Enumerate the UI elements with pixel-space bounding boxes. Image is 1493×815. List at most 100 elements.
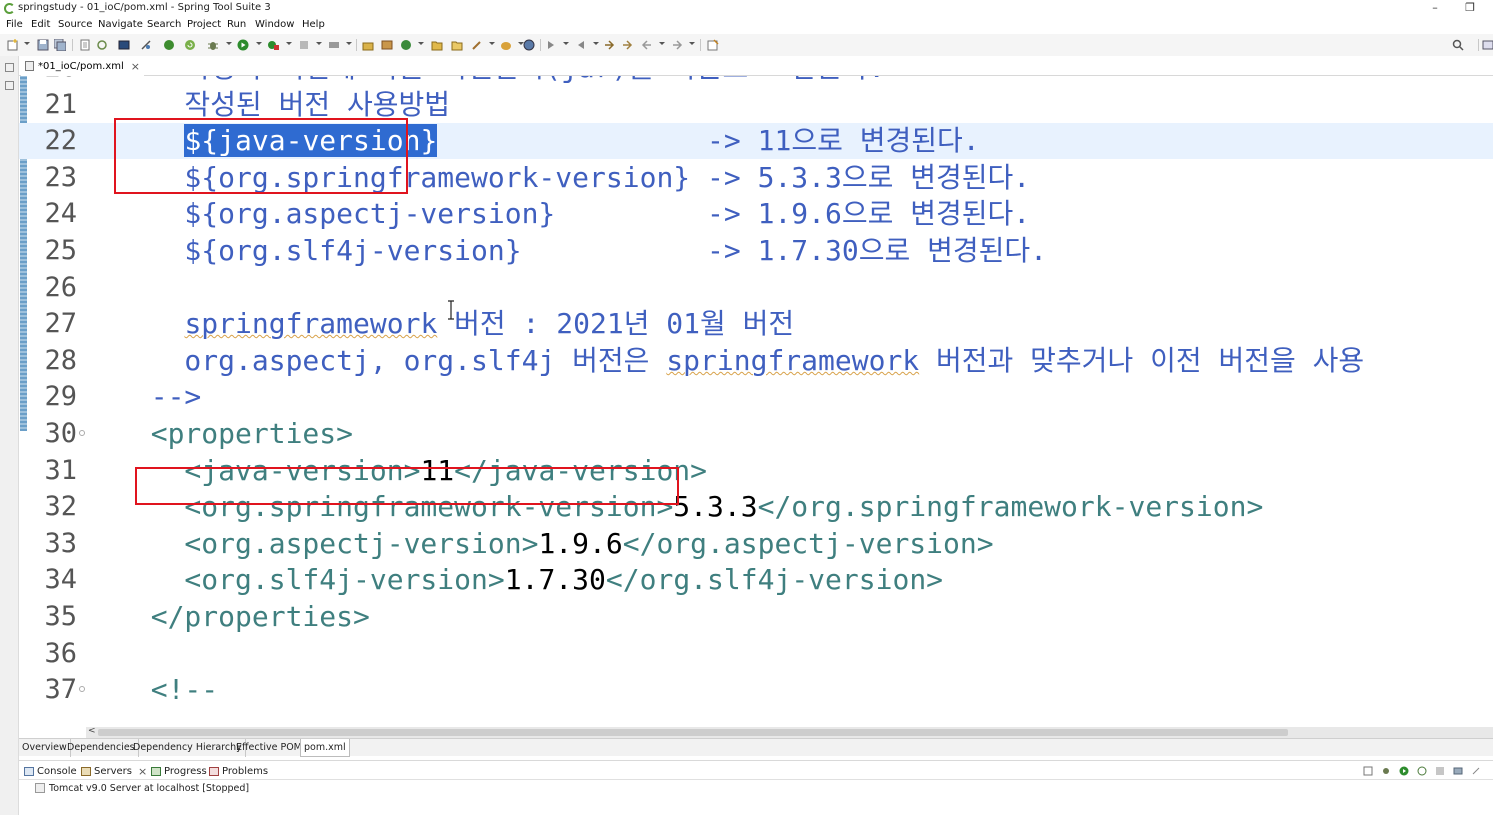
new-dropdown-icon[interactable] bbox=[24, 42, 30, 45]
tab-dependencies[interactable]: Dependencies bbox=[64, 739, 139, 757]
external-tools-icon[interactable] bbox=[267, 39, 279, 51]
menu-run[interactable]: Run bbox=[227, 19, 246, 30]
print-icon[interactable] bbox=[79, 39, 91, 51]
menu-bar: File Edit Source Navigate Search Project… bbox=[0, 17, 1493, 33]
save-all-icon[interactable] bbox=[54, 39, 66, 51]
disconnect-icon[interactable] bbox=[1471, 766, 1481, 776]
stop-dropdown-icon[interactable] bbox=[316, 42, 322, 45]
spring-boot-icon[interactable] bbox=[163, 39, 175, 51]
run-icon[interactable] bbox=[237, 39, 249, 51]
menu-edit[interactable]: Edit bbox=[31, 19, 50, 30]
menu-project[interactable]: Project bbox=[187, 19, 221, 30]
code-line[interactable]: 33 <org.aspectj-version>1.9.6</org.aspec… bbox=[19, 526, 1493, 562]
coverage-dropdown-icon[interactable] bbox=[346, 42, 352, 45]
code-line[interactable]: 25 ${org.slf4j-version} -> 1.7.30으로 변경된다… bbox=[19, 233, 1493, 269]
code-line[interactable]: 26 bbox=[19, 270, 1493, 306]
package-explorer-icon[interactable] bbox=[5, 81, 14, 90]
search-dropdown-icon[interactable] bbox=[489, 42, 495, 45]
new-class-icon[interactable] bbox=[400, 39, 412, 51]
stop-server-icon[interactable] bbox=[1435, 766, 1445, 776]
view-menu-icon[interactable] bbox=[1489, 766, 1493, 776]
problems-icon bbox=[209, 766, 219, 776]
forward-dropdown-icon[interactable] bbox=[689, 42, 695, 45]
next-annotation-icon[interactable] bbox=[545, 39, 557, 51]
pin-editor-icon[interactable] bbox=[707, 39, 719, 51]
new-java-project-icon[interactable] bbox=[362, 39, 374, 51]
menu-file[interactable]: File bbox=[6, 19, 23, 30]
tab-progress[interactable]: Progress bbox=[151, 764, 207, 778]
external-tools-dropdown-icon[interactable] bbox=[286, 42, 292, 45]
prev-annotation-icon[interactable] bbox=[575, 39, 587, 51]
terminal-icon[interactable] bbox=[118, 39, 130, 51]
code-line[interactable]: 28 org.aspectj, org.slf4j 버전은 springfram… bbox=[19, 343, 1493, 379]
server-list-item[interactable]: Tomcat v9.0 Server at localhost [Stopped… bbox=[35, 781, 249, 795]
back-arrow-icon[interactable] bbox=[641, 39, 653, 51]
tab-servers[interactable]: Servers × bbox=[81, 764, 147, 778]
menu-help[interactable]: Help bbox=[302, 19, 325, 30]
prev-annotation-dropdown-icon[interactable] bbox=[593, 42, 599, 45]
tab-effective-pom[interactable]: Effective POM bbox=[233, 739, 306, 757]
code-line[interactable]: 34 <org.slf4j-version>1.7.30</org.slf4j-… bbox=[19, 562, 1493, 598]
open-task-icon[interactable] bbox=[500, 39, 512, 51]
code-line[interactable]: 30 <properties> bbox=[19, 416, 1493, 452]
fold-toggle-icon[interactable] bbox=[79, 686, 85, 693]
code-line[interactable]: 29 --> bbox=[19, 379, 1493, 415]
code-line[interactable]: 37 <!-- bbox=[19, 672, 1493, 708]
search-icon[interactable] bbox=[1452, 39, 1464, 51]
code-line[interactable]: 35 </properties> bbox=[19, 599, 1493, 635]
collapse-all-icon[interactable] bbox=[1363, 766, 1373, 776]
last-edit-location-icon[interactable] bbox=[603, 39, 615, 51]
open-type-icon[interactable] bbox=[431, 39, 443, 51]
title-bar: springstudy - 01_ioC/pom.xml - Spring To… bbox=[0, 0, 1493, 17]
minimize-button[interactable]: – bbox=[1420, 0, 1450, 17]
refresh-icon[interactable] bbox=[96, 39, 108, 51]
tab-pom-xml[interactable]: pom.xml bbox=[300, 739, 350, 757]
profile-server-icon[interactable] bbox=[1417, 766, 1427, 776]
debug-dropdown-icon[interactable] bbox=[226, 42, 232, 45]
relaunch-icon[interactable] bbox=[184, 39, 196, 51]
tab-problems[interactable]: Problems bbox=[209, 764, 268, 778]
tab-dependency-hierarchy[interactable]: Dependency Hierarchy bbox=[130, 739, 246, 757]
menu-search[interactable]: Search bbox=[147, 19, 181, 30]
editor-tab-pom-xml[interactable]: *01_ioC/pom.xml × bbox=[21, 56, 145, 76]
debug-server-icon[interactable] bbox=[1381, 766, 1391, 776]
code-line[interactable]: 24 ${org.aspectj-version} -> 1.9.6으로 변경된… bbox=[19, 196, 1493, 232]
next-annotation-dropdown-icon[interactable] bbox=[563, 42, 569, 45]
forward-edit-icon[interactable] bbox=[621, 39, 633, 51]
back-dropdown-icon[interactable] bbox=[659, 42, 665, 45]
tab-overview[interactable]: Overview bbox=[19, 739, 71, 757]
new-icon[interactable] bbox=[7, 39, 19, 51]
restore-button[interactable]: ❐ bbox=[1455, 0, 1485, 17]
menu-source[interactable]: Source bbox=[58, 19, 92, 30]
new-class-dropdown-icon[interactable] bbox=[418, 42, 424, 45]
skip-breakpoints-icon[interactable] bbox=[140, 39, 152, 51]
restore-view-icon[interactable] bbox=[5, 63, 14, 72]
code-line[interactable]: 20 속성의 버전에 따른 디펜던시(jar)를 다운로드 받는다. bbox=[19, 76, 1493, 86]
forward-arrow-icon[interactable] bbox=[671, 39, 683, 51]
perspective-icon[interactable] bbox=[1482, 39, 1493, 51]
coverage-icon[interactable] bbox=[328, 39, 340, 51]
close-tab-icon[interactable]: × bbox=[131, 60, 140, 73]
scrollbar-thumb[interactable] bbox=[98, 729, 1288, 736]
source-editor[interactable]: 20 속성의 버전에 따른 디펜던시(jar)를 다운로드 받는다. 21 작성된… bbox=[19, 76, 1493, 727]
save-icon[interactable] bbox=[37, 39, 49, 51]
line-number: 20 bbox=[37, 76, 77, 86]
code-line[interactable]: 36 bbox=[19, 636, 1493, 672]
menu-window[interactable]: Window bbox=[255, 19, 294, 30]
globe-icon[interactable] bbox=[523, 39, 535, 51]
close-servers-icon[interactable]: × bbox=[138, 765, 147, 778]
menu-navigate[interactable]: Navigate bbox=[98, 19, 143, 30]
publish-icon[interactable] bbox=[1453, 766, 1463, 776]
code-line[interactable]: 27 springframework 버전 : 2021년 01월 버전 bbox=[19, 306, 1493, 342]
stop-icon[interactable] bbox=[298, 39, 310, 51]
scroll-left-arrow[interactable]: < bbox=[88, 726, 96, 736]
fold-toggle-icon[interactable] bbox=[79, 430, 85, 436]
search-wand-icon[interactable] bbox=[471, 39, 483, 51]
new-package-icon[interactable] bbox=[381, 39, 393, 51]
open-folder-icon[interactable] bbox=[451, 39, 463, 51]
debug-icon[interactable] bbox=[207, 39, 219, 51]
start-server-icon[interactable] bbox=[1399, 766, 1409, 776]
tab-console[interactable]: Console bbox=[24, 764, 77, 778]
horizontal-scrollbar[interactable]: < bbox=[86, 726, 1493, 738]
run-dropdown-icon[interactable] bbox=[256, 42, 262, 45]
